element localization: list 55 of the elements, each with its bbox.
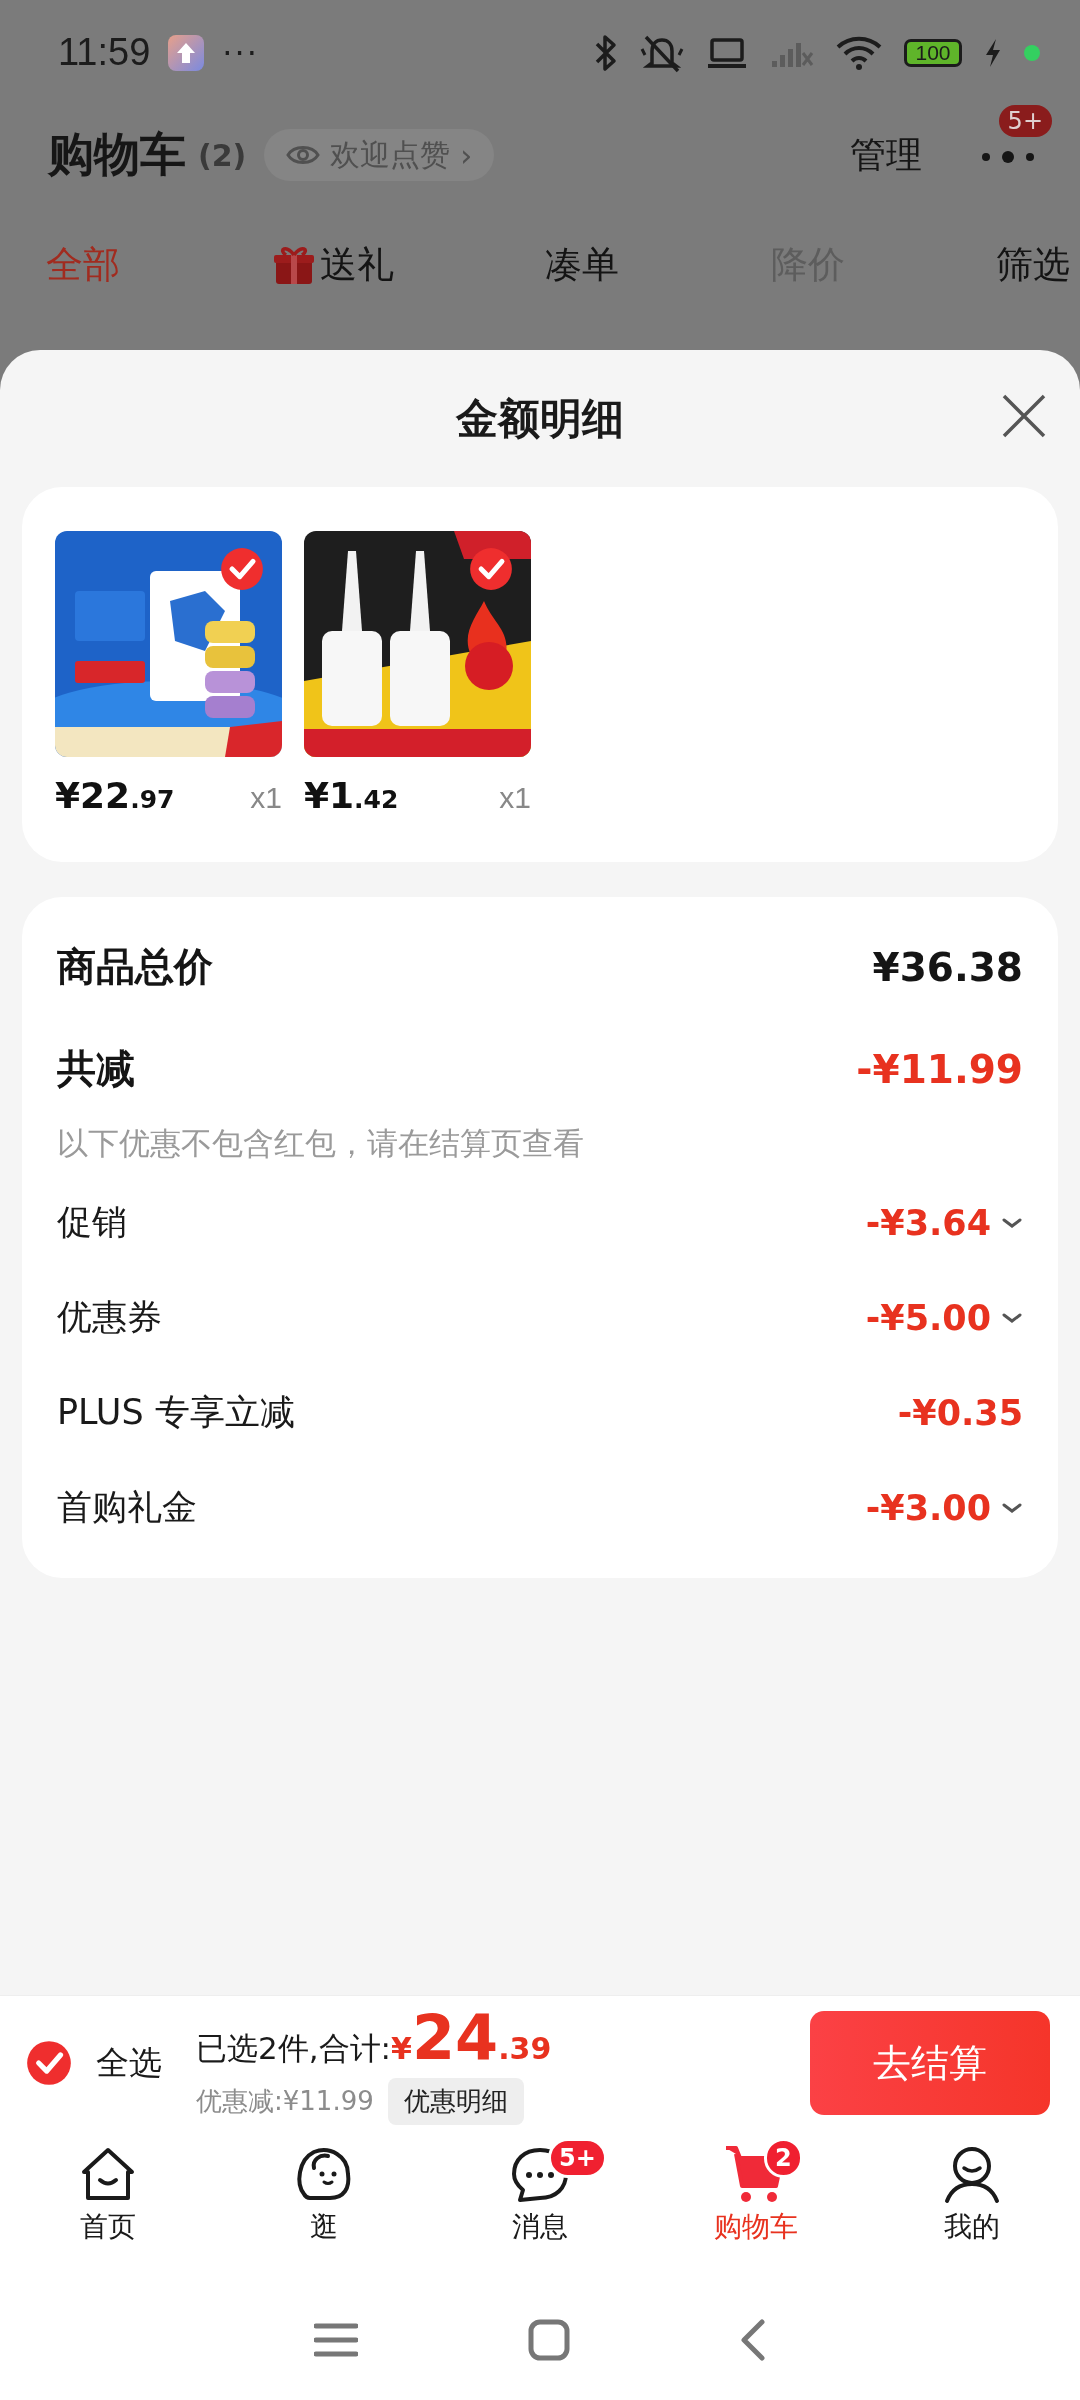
select-all-checkbox[interactable]: 全选 <box>26 2040 162 2086</box>
discount-value: -¥11.99 <box>856 1046 1023 1092</box>
discount-label: 首购礼金 <box>57 1486 197 1529</box>
checkout-button[interactable]: 去结算 <box>810 2011 1050 2115</box>
home-square-icon[interactable] <box>528 2319 570 2361</box>
upload-app-icon <box>168 34 205 71</box>
sheet-title: 金额明细 <box>456 392 624 445</box>
filter-tab[interactable]: 凑单 <box>545 240 619 290</box>
discount-details-button[interactable]: 优惠明细 <box>387 2078 524 2125</box>
person-icon <box>942 2144 1002 2204</box>
discount-note: 以下优惠不包含红包，请在结算页查看 <box>57 1124 585 1163</box>
count-badge: 5+ <box>548 2138 607 2178</box>
menu-icon[interactable] <box>314 2322 358 2358</box>
summary-label: 商品总价 <box>57 943 213 991</box>
indicator-dot <box>1024 44 1040 61</box>
nav-item[interactable]: 我的 <box>864 2144 1080 2246</box>
nav-item[interactable]: 首页 <box>0 2144 216 2246</box>
checkmark-icon[interactable] <box>26 2040 72 2086</box>
back-icon[interactable] <box>740 2319 766 2361</box>
nav-item[interactable]: 逛 <box>216 2144 432 2246</box>
eye-icon <box>286 143 321 167</box>
count-badge: 2 <box>764 2138 803 2178</box>
charging-icon <box>984 37 1002 68</box>
chevron-down-icon[interactable] <box>1001 1501 1023 1514</box>
discount-label: 优惠券 <box>57 1296 162 1339</box>
page-title: 购物车 <box>48 126 186 183</box>
selection-total: 已选2件,合计:¥24.39 <box>196 2001 552 2074</box>
filter-tab[interactable]: 筛选 <box>996 240 1070 290</box>
status-time: 11:59 <box>58 31 151 74</box>
notification-more: ··· <box>222 33 259 72</box>
checkmark-icon[interactable] <box>220 547 264 591</box>
checkmark-icon[interactable] <box>469 547 513 591</box>
summary-value: ¥36.38 <box>872 944 1023 990</box>
discount-label: 促销 <box>57 1201 127 1244</box>
cart-count: (2) <box>198 137 247 173</box>
filter-tab[interactable]: 送礼 <box>271 240 394 290</box>
bluetooth-icon <box>594 33 618 72</box>
laptop-icon <box>706 35 748 70</box>
manage-link[interactable]: 管理 <box>850 130 922 180</box>
saving-text: 优惠减:¥11.99 <box>196 2085 374 2118</box>
wifi-icon <box>836 34 882 71</box>
summary-label: 共减 <box>57 1045 135 1093</box>
notification-badge: 5+ <box>998 105 1052 137</box>
discount-amount: -¥3.64 <box>865 1202 991 1243</box>
chevron-down-icon[interactable] <box>1001 1216 1023 1229</box>
item-quantity: x1 <box>250 781 282 815</box>
item-price: ¥1.42 <box>304 775 399 816</box>
item-price: ¥22.97 <box>55 775 175 816</box>
item-quantity: x1 <box>499 781 531 815</box>
discount-amount: -¥0.35 <box>897 1392 1023 1433</box>
discount-amount: -¥3.00 <box>865 1487 991 1528</box>
discount-label: PLUS 专享立减 <box>57 1391 295 1434</box>
chevron-down-icon[interactable] <box>1001 1311 1023 1324</box>
discount-amount: -¥5.00 <box>865 1297 991 1338</box>
battery-level: 100 <box>904 38 962 67</box>
